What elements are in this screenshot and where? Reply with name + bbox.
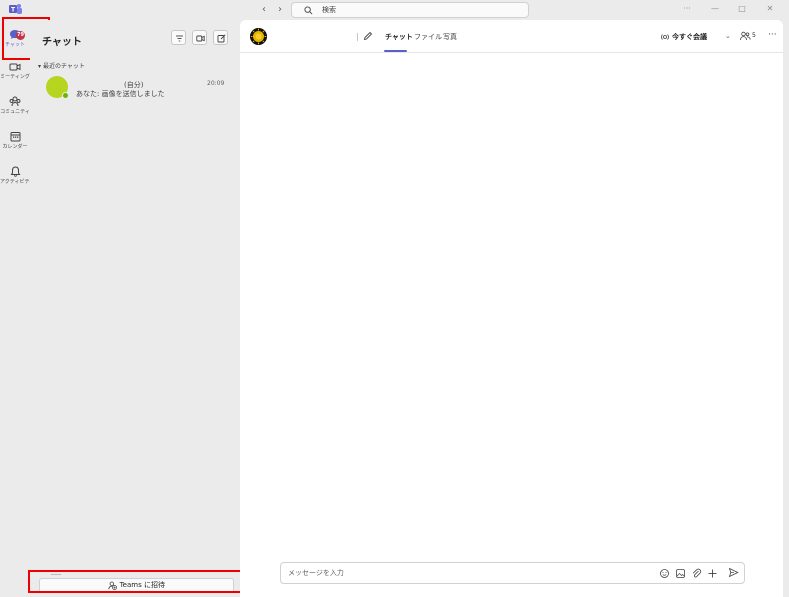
people-icon[interactable] [740, 31, 751, 41]
rail-label: カレンダー [2, 144, 28, 150]
composer-placeholder: メッセージを入力 [288, 569, 344, 577]
bell-icon [10, 166, 20, 177]
sticker-icon[interactable] [675, 568, 686, 579]
rail-label: アクティビティ [0, 179, 35, 185]
filter-icon [176, 35, 183, 42]
participant-count: 5 [752, 32, 756, 39]
rail-item-calendar[interactable]: カレンダー [0, 131, 30, 165]
divider [357, 33, 358, 41]
highlight-box-invite [28, 570, 243, 593]
chat-preview: あなた: 画像を送信しました [76, 90, 165, 98]
minimize-button[interactable]: — [708, 3, 722, 15]
section-header-recent[interactable]: ▾ 最近のチャット [38, 61, 85, 70]
sun-emblem-icon [250, 28, 267, 45]
chat-list-title: チャット [42, 37, 82, 48]
app-rail: 79 チャット ミーティング コミュニティ カレンダー アクティビティ [0, 20, 35, 597]
edit-pencil-icon[interactable] [363, 31, 373, 41]
list-item[interactable]: (自分) 20:09 あなた: 画像を送信しました [44, 74, 232, 102]
rail-item-meetings[interactable]: ミーティング [0, 62, 30, 96]
teams-logo-icon: T [9, 4, 22, 14]
compose-icon [217, 34, 226, 43]
tab-chat[interactable]: チャット [385, 32, 413, 42]
filter-button[interactable] [171, 30, 186, 45]
maximize-button[interactable]: □ [735, 3, 749, 15]
back-arrow-icon[interactable]: ‹ [258, 4, 270, 16]
more-options-icon[interactable]: ··· [768, 30, 777, 40]
group-avatar[interactable] [250, 28, 267, 45]
search-icon [304, 6, 313, 15]
close-button[interactable]: ✕ [763, 3, 777, 15]
active-tab-indicator [384, 50, 407, 52]
chevron-down-icon[interactable]: ⌄ [725, 32, 731, 40]
message-composer[interactable]: メッセージを入力 [280, 562, 745, 584]
rail-item-community[interactable]: コミュニティ [0, 96, 30, 130]
chat-list-panel: チャット ▾ 最近のチャット (自分) 20:09 あなた: 画像を送信しました [28, 20, 243, 597]
title-bar: T ‹ › 検索 ··· — □ ✕ [0, 0, 789, 20]
tab-files[interactable]: ファイル [414, 32, 442, 42]
search-placeholder: 検索 [322, 6, 336, 14]
new-chat-button[interactable] [213, 30, 228, 45]
chat-time: 20:09 [207, 80, 225, 87]
video-camera-icon [9, 63, 21, 71]
conversation-header: チャット ファイル 写真 今すぐ会議 ⌄ 5 ··· [240, 20, 783, 53]
rail-item-activity[interactable]: アクティビティ [0, 166, 35, 200]
plus-icon[interactable] [707, 568, 718, 579]
search-input[interactable]: 検索 [291, 2, 529, 18]
forward-arrow-icon[interactable]: › [274, 4, 286, 16]
section-header-label: 最近のチャット [42, 63, 85, 70]
calendar-icon [10, 132, 20, 142]
attach-icon[interactable] [691, 568, 702, 579]
meet-now-list-button[interactable] [192, 30, 207, 45]
video-camera-icon [196, 35, 205, 42]
rail-label: コミュニティ [0, 109, 30, 115]
emoji-icon[interactable] [659, 568, 670, 579]
meet-now-icon [661, 34, 669, 40]
meet-now-button[interactable]: 今すぐ会議 [672, 32, 707, 42]
send-icon[interactable] [728, 567, 739, 578]
community-icon [9, 96, 21, 107]
tab-photos[interactable]: 写真 [443, 32, 457, 42]
conversation-pane: チャット ファイル 写真 今すぐ会議 ⌄ 5 ··· メッセージを入力 [240, 20, 783, 597]
presence-available-icon [62, 92, 69, 99]
chevron-down-icon: ▾ [38, 63, 42, 70]
rail-label: ミーティング [0, 74, 30, 80]
more-options-icon[interactable]: ··· [680, 3, 694, 15]
